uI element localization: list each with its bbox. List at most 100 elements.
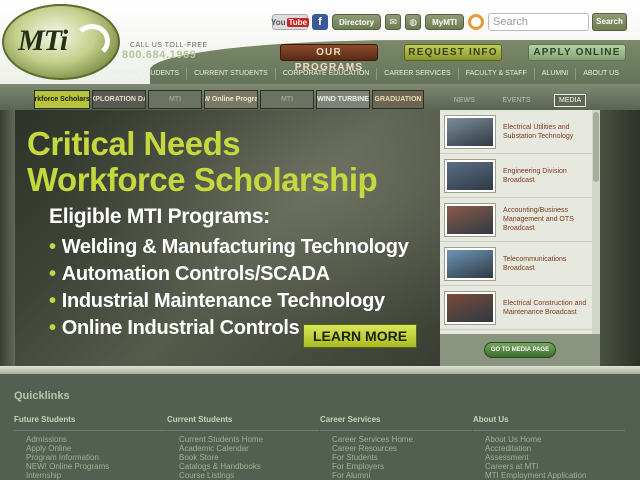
quicklinks-title: Quicklinks (14, 390, 70, 402)
nav-item-alumni[interactable]: ALUMNI (533, 68, 575, 80)
footer-link[interactable]: Course Listings (179, 471, 319, 480)
right-edge (600, 110, 640, 366)
phone-number: 800.684.1969 (122, 49, 197, 61)
footer-link[interactable]: Accreditation (485, 444, 625, 453)
search-input[interactable]: Search (488, 13, 589, 31)
nav-item-career-services[interactable]: CAREER SERVICES (376, 68, 457, 80)
footer-link[interactable]: MTI Employment Application (485, 471, 625, 480)
footer-divider (0, 366, 640, 374)
media-item-title[interactable]: Electrical Utilities and Substation Tech… (503, 123, 587, 141)
learn-more-button[interactable]: LEARN MORE (303, 324, 417, 348)
hero-subtitle: Eligible MTI Programs: (49, 205, 270, 228)
apply-online-button[interactable]: APPLY ONLINE (528, 44, 626, 61)
footer-link[interactable]: Current Students Home (179, 435, 319, 444)
footer-link[interactable]: Book Store (179, 453, 319, 462)
footer-link[interactable]: Admissions (26, 435, 166, 444)
youtube-icon[interactable]: You Tube (270, 14, 310, 30)
media-item-title[interactable]: Engineering Division Broadcast (503, 167, 587, 185)
footer-link[interactable]: For Students (332, 453, 472, 462)
help-ring-icon[interactable] (468, 14, 485, 30)
slider-thumb[interactable]: MTI (148, 90, 202, 109)
bullet-icon: • (49, 290, 56, 312)
search-button[interactable]: Search (592, 13, 627, 31)
footer-link[interactable]: For Alumni (332, 471, 472, 480)
hero-slide[interactable]: Critical Needs Workforce Scholarship Elig… (15, 110, 440, 366)
footer-link[interactable]: Apply Online (26, 444, 166, 453)
footer-link[interactable]: Careers at MTI (485, 462, 625, 471)
utility-bar: You Tube f Directory ✉ ◍ MyMTI (270, 13, 485, 31)
media-item[interactable]: Accounting/Business Management and OTS B… (440, 198, 592, 242)
media-item[interactable]: Engineering Division Broadcast (440, 154, 592, 198)
footer-link[interactable]: For Employers (332, 462, 472, 471)
facebook-icon[interactable]: f (312, 14, 328, 30)
footer-column-heading[interactable]: Career Services (320, 415, 472, 431)
footer-column: About Us About Us Home Accreditation Assess… (473, 415, 625, 480)
hero-program-label: Automation Controls/SCADA (61, 263, 330, 285)
logo-text: MTi (18, 24, 68, 57)
media-thumbnail[interactable] (445, 203, 495, 236)
slider-thumb[interactable]: MTI (260, 90, 314, 109)
footer-link[interactable]: Assessment (485, 453, 625, 462)
tab-news[interactable]: NEWS (450, 95, 479, 106)
our-programs-button[interactable]: OUR PROGRAMS (280, 44, 378, 73)
hero-title: Critical Needs Workforce Scholarship (27, 126, 427, 198)
footer: Quicklinks Future Students Admissions Appl… (0, 374, 640, 480)
footer-column: Future Students Admissions Apply Online Pro… (14, 415, 166, 480)
hero-program-item: • Welding & Manufacturing Technology (49, 234, 409, 261)
nav-item-faculty-staff[interactable]: FACULTY & STAFF (457, 68, 534, 80)
go-to-media-page-button[interactable]: GO TO MEDIA PAGE (484, 342, 556, 358)
page: MTi CALL US TOLL-FREE 800.684.1969 You Tu… (0, 0, 640, 480)
footer-link[interactable]: About Us Home (485, 435, 625, 444)
mail-icon[interactable]: ✉ (385, 14, 402, 30)
mymti-button[interactable]: MyMTI (425, 14, 465, 30)
hero-left-edge (0, 110, 15, 366)
bullet-icon: • (49, 263, 56, 285)
nav-item-future-students[interactable]: FUTURE STUDENTS (104, 68, 186, 80)
slider-thumb[interactable]: WIND TURBINE (316, 90, 370, 109)
nav-item-corporate-education[interactable]: CORPORATE EDUCATION (274, 68, 376, 80)
footer-link[interactable]: Academic Calendar (179, 444, 319, 453)
hero-program-item: • Industrial Maintenance Technology (49, 288, 409, 315)
footer-column-heading[interactable]: About Us (473, 415, 625, 431)
slider-thumb[interactable]: GRADUATION (372, 90, 424, 109)
footer-link[interactable]: NEW! Online Programs (26, 462, 166, 471)
directory-button[interactable]: Directory (332, 14, 382, 30)
slider-thumb[interactable]: EXPLORATION DAY (92, 90, 146, 109)
hero-title-line2: Workforce Scholarship (27, 161, 378, 198)
media-item-title[interactable]: Electrical Construction and Maintenance … (503, 299, 587, 317)
media-tabs: NEWS EVENTS MEDIA (440, 92, 596, 108)
footer-link[interactable]: Career Services Home (332, 435, 472, 444)
footer-link[interactable]: Catalogs & Handbooks (179, 462, 319, 471)
media-thumbnail[interactable] (445, 291, 495, 324)
footer-link[interactable]: Career Resources (332, 444, 472, 453)
chat-icon[interactable]: ◍ (405, 14, 422, 30)
slider-thumb[interactable]: Workforce Scholarship (34, 90, 90, 109)
request-info-button[interactable]: REQUEST INFO (404, 44, 502, 61)
media-item[interactable]: Telecommunications Broadcast (440, 242, 592, 286)
media-item[interactable]: Electrical Utilities and Substation Tech… (440, 110, 592, 154)
media-item-title[interactable]: Telecommunications Broadcast (503, 255, 587, 273)
youtube-you: You (270, 17, 286, 27)
media-thumbnail[interactable] (445, 115, 495, 148)
mti-logo[interactable]: MTi (2, 4, 120, 80)
footer-column-heading[interactable]: Future Students (14, 415, 166, 431)
tab-media[interactable]: MEDIA (554, 93, 587, 107)
slider-thumb[interactable]: NEW Online Programs (204, 90, 258, 109)
footer-link[interactable]: Internship (26, 471, 166, 480)
media-item-title[interactable]: Accounting/Business Management and OTS B… (503, 206, 587, 233)
media-thumbnail[interactable] (445, 159, 495, 192)
footer-column-heading[interactable]: Current Students (167, 415, 319, 431)
media-thumbnail[interactable] (445, 247, 495, 280)
tab-events[interactable]: EVENTS (498, 95, 534, 106)
hero-program-label: Online Industrial Controls (61, 317, 300, 339)
footer-column: Career Services Career Services Home Caree… (320, 415, 472, 480)
media-scroll-thumb[interactable] (593, 112, 599, 182)
media-list: Electrical Utilities and Substation Tech… (440, 110, 592, 334)
slider-thumbnails: Workforce ScholarshipEXPLORATION DAYMTIN… (34, 90, 424, 109)
tollfree-label: CALL US TOLL-FREE (130, 42, 208, 49)
hero-program-label: Industrial Maintenance Technology (61, 290, 385, 312)
media-item[interactable]: Electrical Construction and Maintenance … (440, 286, 592, 330)
nav-item-about-us[interactable]: ABOUT US (575, 68, 626, 80)
nav-item-current-students[interactable]: CURRENT STUDENTS (186, 68, 275, 80)
footer-link[interactable]: Program Information (26, 453, 166, 462)
